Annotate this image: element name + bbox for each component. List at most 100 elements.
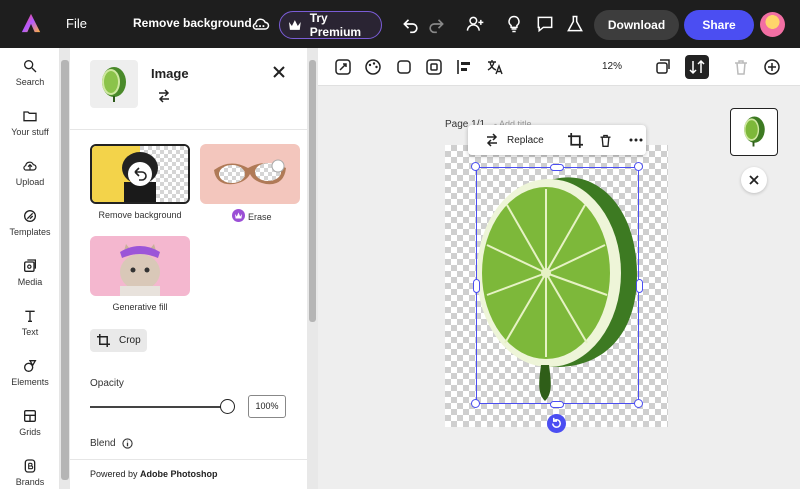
- text-icon: [25, 310, 35, 322]
- avatar[interactable]: [760, 12, 785, 37]
- border-icon[interactable]: [425, 58, 443, 76]
- rail-label-upload: Upload: [15, 177, 45, 187]
- generative-fill-card[interactable]: [90, 236, 190, 296]
- opacity-slider-handle[interactable]: [220, 399, 235, 414]
- rail-item-text[interactable]: Text: [0, 308, 60, 337]
- remove-background-preview: [92, 146, 188, 202]
- page-thumbnail[interactable]: [730, 108, 778, 156]
- flask-icon[interactable]: [565, 14, 585, 34]
- rail-scrollbar[interactable]: [60, 48, 70, 489]
- search-icon: [23, 60, 37, 73]
- zoom-level[interactable]: 12%: [602, 61, 622, 72]
- info-icon[interactable]: [122, 438, 133, 449]
- rail-label-brands: Brands: [15, 477, 45, 487]
- rail-label-elements: Elements: [11, 377, 49, 387]
- left-rail: Search Your stuff Upload Templates Media…: [0, 48, 60, 489]
- comment-icon[interactable]: [535, 14, 555, 34]
- try-premium-button[interactable]: Try Premium: [279, 11, 382, 39]
- try-premium-label: Try Premium: [309, 11, 362, 39]
- image-panel: Image Remove background Erase Generative…: [70, 48, 307, 489]
- delete-icon[interactable]: [732, 58, 750, 76]
- align-icon[interactable]: [455, 58, 473, 76]
- shape-mask-icon[interactable]: [395, 58, 413, 76]
- rail-scrollbar-thumb[interactable]: [61, 60, 69, 480]
- arrange-icon: [689, 59, 705, 75]
- media-icon: [24, 259, 36, 272]
- more-options-icon[interactable]: [628, 132, 644, 148]
- resize-handle-top-left[interactable]: [471, 162, 480, 171]
- document-title[interactable]: Remove background ...: [133, 16, 265, 30]
- add-icon[interactable]: [763, 58, 781, 76]
- top-bar: File Remove background ... Try Premium D…: [0, 0, 800, 48]
- delete-icon[interactable]: [598, 133, 613, 148]
- resize-handle-bottom-right[interactable]: [634, 399, 643, 408]
- resize-handle-bottom-left[interactable]: [471, 399, 480, 408]
- lime-thumbnail-icon: [102, 67, 126, 102]
- page-thumbnail-preview: [744, 116, 765, 147]
- close-icon[interactable]: [272, 65, 286, 79]
- replace-icon[interactable]: [484, 132, 500, 148]
- download-button[interactable]: Download: [594, 10, 679, 40]
- rail-label-text: Text: [21, 327, 39, 337]
- rail-item-search[interactable]: Search: [0, 58, 60, 87]
- color-palette-icon[interactable]: [364, 58, 382, 76]
- generative-fill-preview: [90, 236, 190, 296]
- undo-icon[interactable]: [401, 14, 421, 34]
- replace-button[interactable]: Replace: [507, 135, 544, 146]
- panel-scrollbar-thumb[interactable]: [309, 60, 316, 322]
- layers-icon[interactable]: [654, 58, 672, 76]
- resize-handle-top[interactable]: [550, 164, 564, 171]
- resize-handle-top-right[interactable]: [634, 162, 643, 171]
- erase-card[interactable]: [200, 144, 300, 204]
- upload-icon: [23, 161, 37, 171]
- opacity-value-field[interactable]: 100%: [248, 395, 286, 418]
- selection-box[interactable]: [476, 167, 639, 404]
- crop-button[interactable]: Crop: [90, 329, 147, 352]
- blend-label: Blend: [90, 438, 116, 449]
- opacity-slider-track[interactable]: [90, 406, 227, 408]
- rail-item-upload[interactable]: Upload: [0, 158, 60, 187]
- rail-item-elements[interactable]: Elements: [0, 358, 60, 387]
- cloud-icon[interactable]: [251, 14, 271, 34]
- canvas-toolbar: [318, 48, 800, 86]
- rail-item-brands[interactable]: Brands: [0, 458, 60, 487]
- footer-prefix: Powered by: [90, 469, 141, 479]
- close-pages-button[interactable]: [741, 167, 767, 193]
- footer-brand: Adobe Photoshop: [140, 469, 218, 479]
- crop-icon[interactable]: [567, 132, 583, 148]
- replace-swap-icon[interactable]: [156, 88, 172, 104]
- resize-handle-bottom[interactable]: [550, 401, 564, 408]
- arrange-button[interactable]: [685, 55, 709, 79]
- erase-preview: [200, 144, 300, 204]
- rail-label-grids: Grids: [19, 427, 41, 437]
- resize-handle-left[interactable]: [473, 279, 480, 293]
- rail-label-media: Media: [17, 277, 43, 287]
- rail-item-templates[interactable]: Templates: [0, 208, 60, 237]
- rail-item-your-stuff[interactable]: Your stuff: [0, 108, 60, 137]
- resize-handle-right[interactable]: [636, 279, 643, 293]
- close-icon: [749, 175, 759, 185]
- premium-crown-badge-icon: [232, 209, 245, 222]
- panel-scrollbar[interactable]: [307, 48, 318, 489]
- rail-item-grids[interactable]: Grids: [0, 408, 60, 437]
- animate-icon[interactable]: [334, 58, 352, 76]
- generative-fill-label[interactable]: Generative fill: [90, 302, 190, 312]
- rotate-handle[interactable]: [547, 414, 566, 433]
- grids-icon: [24, 410, 36, 422]
- rotate-icon: [552, 417, 561, 428]
- share-button[interactable]: Share: [684, 10, 754, 40]
- invite-user-icon[interactable]: [465, 14, 485, 34]
- translate-icon[interactable]: [486, 58, 504, 76]
- rail-item-media[interactable]: Media: [0, 258, 60, 287]
- erase-label[interactable]: Erase: [248, 212, 272, 222]
- remove-background-card[interactable]: [90, 144, 190, 204]
- lightbulb-icon[interactable]: [504, 14, 524, 34]
- panel-footer: Powered by Adobe Photoshop: [70, 459, 307, 489]
- elements-icon: [23, 360, 37, 372]
- redo-icon[interactable]: [426, 14, 446, 34]
- file-menu[interactable]: File: [66, 16, 87, 31]
- context-toolbar: Replace: [468, 125, 646, 155]
- opacity-label: Opacity: [90, 378, 124, 389]
- adobe-express-logo-icon[interactable]: [20, 12, 42, 34]
- remove-background-label[interactable]: Remove background: [90, 210, 190, 220]
